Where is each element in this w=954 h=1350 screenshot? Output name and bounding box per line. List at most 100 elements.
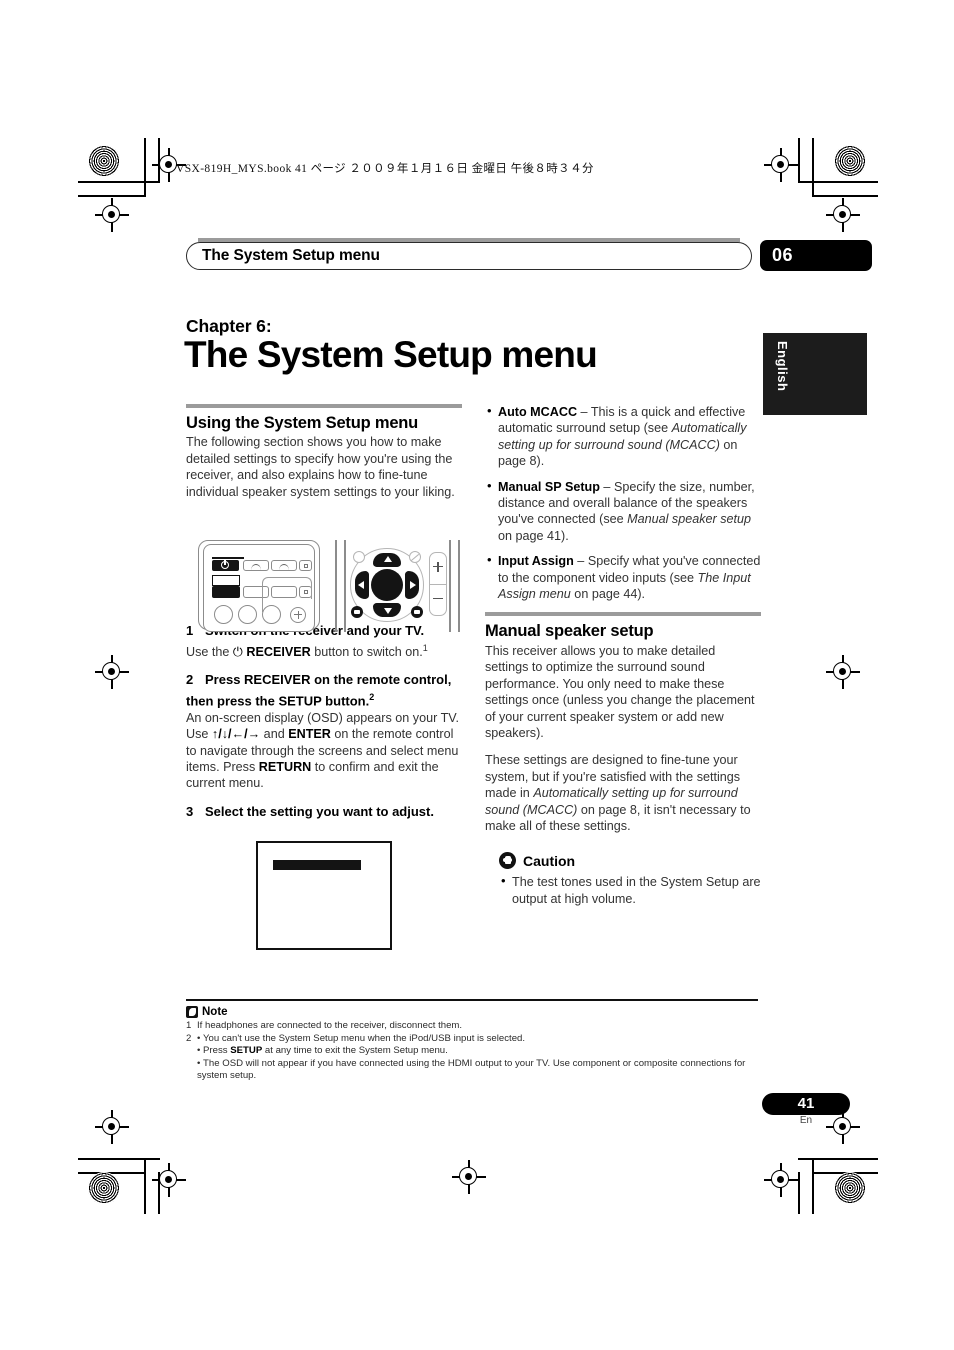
- volume-rocker-divider: [429, 584, 447, 586]
- section-rule-right: [485, 612, 761, 617]
- power-glyph-stem: [224, 560, 226, 565]
- enter-key-label: ENTER: [288, 727, 331, 742]
- crop-mark-top-right-v: [812, 138, 814, 196]
- crop-mark-top-left-h2: [78, 181, 160, 183]
- footnote-text-3: • Press SETUP at any time to exit the Sy…: [197, 1045, 448, 1057]
- hand-stop-icon: [499, 852, 516, 870]
- note-label: Note: [202, 1006, 228, 1018]
- page-title: The System Setup menu: [184, 334, 598, 375]
- right-paragraph-1: This receiver allows you to make detaile…: [485, 643, 755, 740]
- remote-callout-bracket: [262, 577, 312, 599]
- right-column: Auto MCACC – This is a quick and effecti…: [485, 403, 761, 907]
- setup-button-highlight: [212, 575, 240, 586]
- bullet-1-term: Manual SP Setup: [498, 479, 600, 494]
- step-1-body-bold: RECEIVER: [246, 644, 311, 659]
- halftone-patch-top-left: [88, 145, 120, 177]
- step-2-text-line1: Press RECEIVER on the remote control,: [205, 672, 452, 688]
- list-item: Manual SP Setup – Specify the size, numb…: [485, 478, 761, 545]
- remote-round-button-3: [262, 605, 281, 624]
- language-tab: English: [763, 333, 867, 415]
- print-book-line: VSX-819H_MYS.book 41 ページ ２００９年１月１６日 金曜日 …: [176, 163, 594, 175]
- volume-up-icon-v: [437, 561, 439, 572]
- crop-mark-bottom-right-h: [798, 1158, 878, 1160]
- bullet-1-dash: –: [599, 479, 614, 494]
- footnote-text-1: If headphones are connected to the recei…: [197, 1020, 463, 1031]
- remote-illustration-right-edge-l: [335, 540, 337, 632]
- footnote-text-2-body: You can't use the System Setup menu when…: [203, 1032, 526, 1044]
- osd-screen-illustration: [256, 841, 392, 950]
- crop-mark-bottom-right-v2: [798, 1172, 800, 1214]
- footnote-text-4: • The OSD will not appear if you have co…: [197, 1057, 746, 1082]
- footnote-number-1: 1: [186, 1020, 192, 1031]
- footnote-row-4: • The OSD will not appear if you have co…: [186, 1058, 771, 1083]
- page-number-badge: 41: [762, 1093, 850, 1115]
- dpad-center-button: [371, 569, 403, 601]
- crop-mark-top-right-h2: [798, 181, 878, 183]
- chapter-number-badge: 06: [760, 240, 872, 271]
- setup-button-black: [212, 586, 240, 598]
- language-tab-label: English: [775, 341, 790, 392]
- footnote-number-2: 2: [186, 1032, 192, 1044]
- crop-mark-bottom-left-h: [78, 1158, 160, 1160]
- crop-mark-bottom-left-v: [144, 1158, 146, 1214]
- section-title-manual-speaker-setup: Manual speaker setup: [485, 622, 654, 641]
- header-title: The System Setup menu: [202, 247, 380, 264]
- crop-mark-bottom-right-v: [812, 1158, 814, 1214]
- bullet-2-text2: on page 44).: [570, 587, 646, 602]
- bullet-0-term: Auto MCACC: [498, 405, 578, 419]
- plus-icon-small-v: [297, 610, 299, 619]
- caution-list: The test tones used in the System Setup …: [499, 873, 761, 907]
- caution-label: Caution: [523, 852, 576, 869]
- remote-round-button-1: [214, 605, 233, 624]
- footnote-text-3-pre: Press: [203, 1045, 231, 1057]
- registration-mark-mid-left: [95, 655, 129, 689]
- return-button-glyph: [354, 610, 360, 614]
- step-1-body-pre: Use the: [186, 644, 233, 659]
- setup-button-glyph: [414, 610, 420, 614]
- halftone-patch-bottom-left: [88, 1172, 120, 1204]
- caution-heading: Caution: [499, 852, 761, 870]
- remote-control-illustrations: [190, 534, 468, 636]
- note-heading: Note: [186, 1006, 228, 1018]
- remote-illustration-right-edge-r: [449, 540, 451, 632]
- section-rule-left: [186, 404, 462, 408]
- registration-mark-bottom-1: [95, 1110, 129, 1144]
- step-3-heading: 3 Select the setting you want to adjust.: [186, 804, 462, 821]
- return-key-label: RETURN: [258, 759, 312, 774]
- footnote-row-1: 1 If headphones are connected to the rec…: [186, 1020, 771, 1033]
- footnote-ref-2: 2: [369, 691, 375, 702]
- chevron-up-icon-1: [251, 564, 261, 570]
- remote-illustration-right-edge-l2: [344, 540, 346, 632]
- bullet-0-dash: –: [577, 405, 591, 419]
- footnote-setup-bold: SETUP: [230, 1045, 263, 1057]
- registration-mark-top-2: [95, 198, 129, 232]
- list-item: Input Assign – Specify what you've conne…: [485, 552, 761, 602]
- page-language-code: En: [799, 1115, 813, 1126]
- power-icon: ⏻: [232, 644, 243, 659]
- dpad-down-arrow-icon: [384, 608, 392, 614]
- registration-mark-top-4: [826, 198, 860, 232]
- footnote-ref-1: 1: [422, 642, 428, 653]
- registration-mark-bottom-4: [764, 1163, 798, 1197]
- dpad-left-arrow-icon: [358, 581, 364, 589]
- crop-mark-top-left-v: [144, 138, 146, 196]
- footnote-block: 1 If headphones are connected to the rec…: [186, 1020, 771, 1083]
- crop-mark-top-left-h: [78, 195, 146, 197]
- footnote-text-3-post: at any time to exit the System Setup men…: [262, 1045, 448, 1057]
- bullet-2-term: Input Assign: [498, 554, 574, 569]
- chevron-up-icon-2: [279, 564, 289, 570]
- registration-mark-top-3: [764, 148, 798, 182]
- step-3-text: Select the setting you want to adjust.: [205, 803, 434, 819]
- left-intro-paragraph: The following section shows you how to m…: [186, 435, 455, 499]
- footnote-row-3: • Press SETUP at any time to exit the Sy…: [186, 1045, 771, 1058]
- registration-mark-bottom-center: [452, 1160, 486, 1194]
- list-item: The test tones used in the System Setup …: [499, 873, 761, 907]
- crop-mark-top-right-v2: [798, 138, 800, 182]
- crop-mark-top-right-h: [812, 195, 878, 197]
- dpad-right-arrow-icon: [410, 581, 416, 589]
- setup-options-list: Auto MCACC – This is a quick and effecti…: [485, 403, 761, 602]
- remote-corner-button-left: [353, 551, 365, 563]
- right-paragraph-2: These settings are designed to fine-tune…: [485, 752, 761, 834]
- bullet-1-italic: Manual speaker setup: [627, 512, 752, 527]
- step-2-text-line2: then press the SETUP button.: [186, 693, 370, 709]
